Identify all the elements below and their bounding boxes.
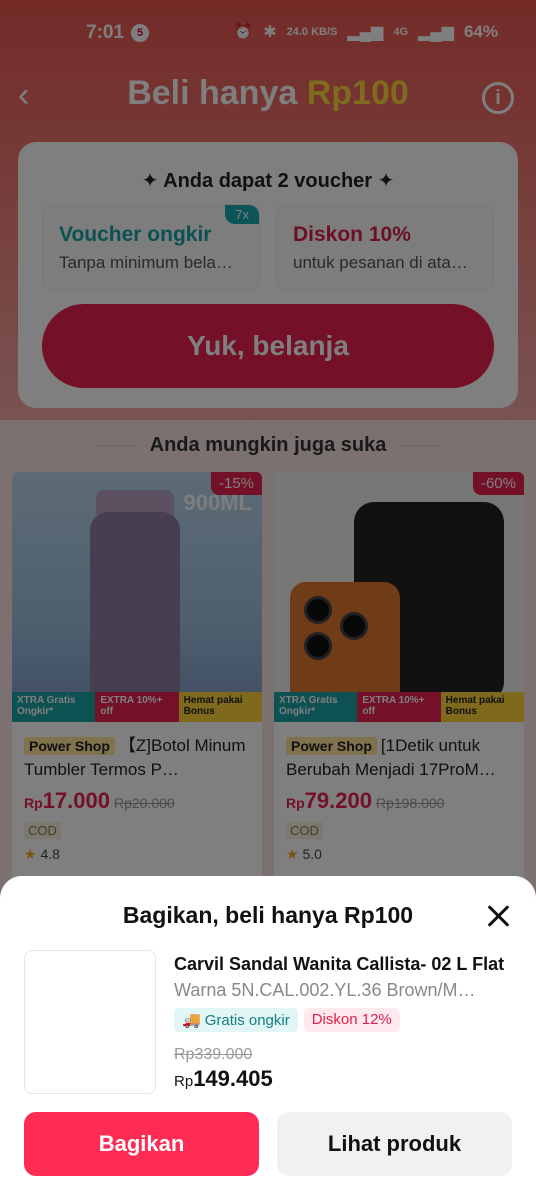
free-shipping-tag: 🚚 Gratis ongkir [174,1008,298,1032]
original-price: Rp339.000 [174,1046,253,1063]
product-thumbnail[interactable] [24,950,156,1094]
product-tags: 🚚 Gratis ongkir Diskon 12% [174,1008,400,1032]
share-bottom-sheet: Bagikan, beli hanya Rp100 Carvil Sandal … [0,876,536,1200]
discount-tag: Diskon 12% [303,1008,400,1032]
close-icon[interactable] [486,904,510,928]
product-variant: Warna 5N.CAL.002.YL.36 Brown/M… [174,980,476,1000]
price-value: 149.405 [193,1066,273,1091]
currency: Rp [174,1073,194,1090]
view-product-button[interactable]: Lihat produk [277,1112,512,1176]
free-shipping-text: Gratis ongkir [204,1012,290,1029]
product-name: Carvil Sandal Wanita Callista- 02 L Flat [174,954,505,974]
sheet-title: Bagikan, beli hanya Rp100 [122,902,414,928]
current-price: Rp149.405 [174,1066,273,1092]
share-button[interactable]: Bagikan [24,1112,259,1176]
truck-icon: 🚚 [182,1012,201,1029]
